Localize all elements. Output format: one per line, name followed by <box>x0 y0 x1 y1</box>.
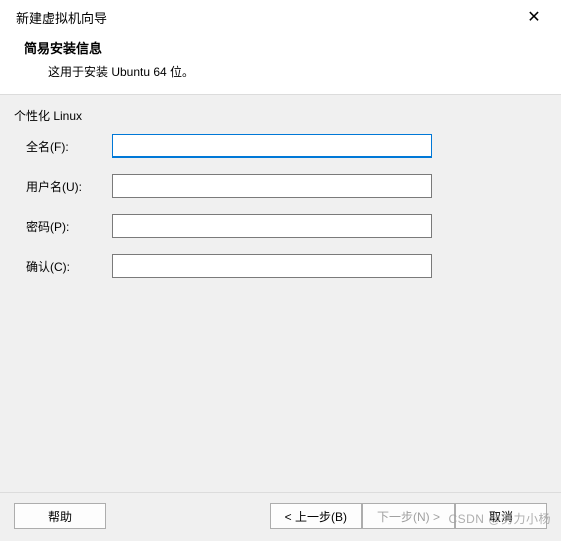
header-description: 这用于安装 Ubuntu 64 位。 <box>48 63 545 80</box>
fullname-row: 全名(F): <box>14 134 545 158</box>
confirm-row: 确认(C): <box>14 254 545 278</box>
help-button[interactable]: 帮助 <box>14 503 106 529</box>
password-input[interactable] <box>112 214 432 238</box>
cancel-button[interactable]: 取消 <box>455 503 547 529</box>
close-icon: ✕ <box>527 9 540 26</box>
username-label: 用户名(U): <box>26 178 112 195</box>
next-button: 下一步(N) > <box>362 503 455 529</box>
fullname-label: 全名(F): <box>26 138 112 155</box>
back-button[interactable]: < 上一步(B) <box>270 503 362 529</box>
dialog-titlebar: 新建虚拟机向导 ✕ <box>0 0 561 30</box>
confirm-input[interactable] <box>112 254 432 278</box>
dialog-body: 个性化 Linux 全名(F): 用户名(U): 密码(P): 确认(C): <box>0 95 561 306</box>
username-input[interactable] <box>112 174 432 198</box>
header-heading: 简易安装信息 <box>24 38 545 57</box>
confirm-label: 确认(C): <box>26 258 112 275</box>
password-row: 密码(P): <box>14 214 545 238</box>
button-bar: 帮助 < 上一步(B) 下一步(N) > 取消 <box>0 492 561 541</box>
password-label: 密码(P): <box>26 218 112 235</box>
dialog-header-content: 简易安装信息 这用于安装 Ubuntu 64 位。 <box>0 30 561 95</box>
fullname-input[interactable] <box>112 134 432 158</box>
dialog-title: 新建虚拟机向导 <box>16 8 107 27</box>
username-row: 用户名(U): <box>14 174 545 198</box>
section-label: 个性化 Linux <box>14 107 545 124</box>
close-button[interactable]: ✕ <box>521 6 547 28</box>
